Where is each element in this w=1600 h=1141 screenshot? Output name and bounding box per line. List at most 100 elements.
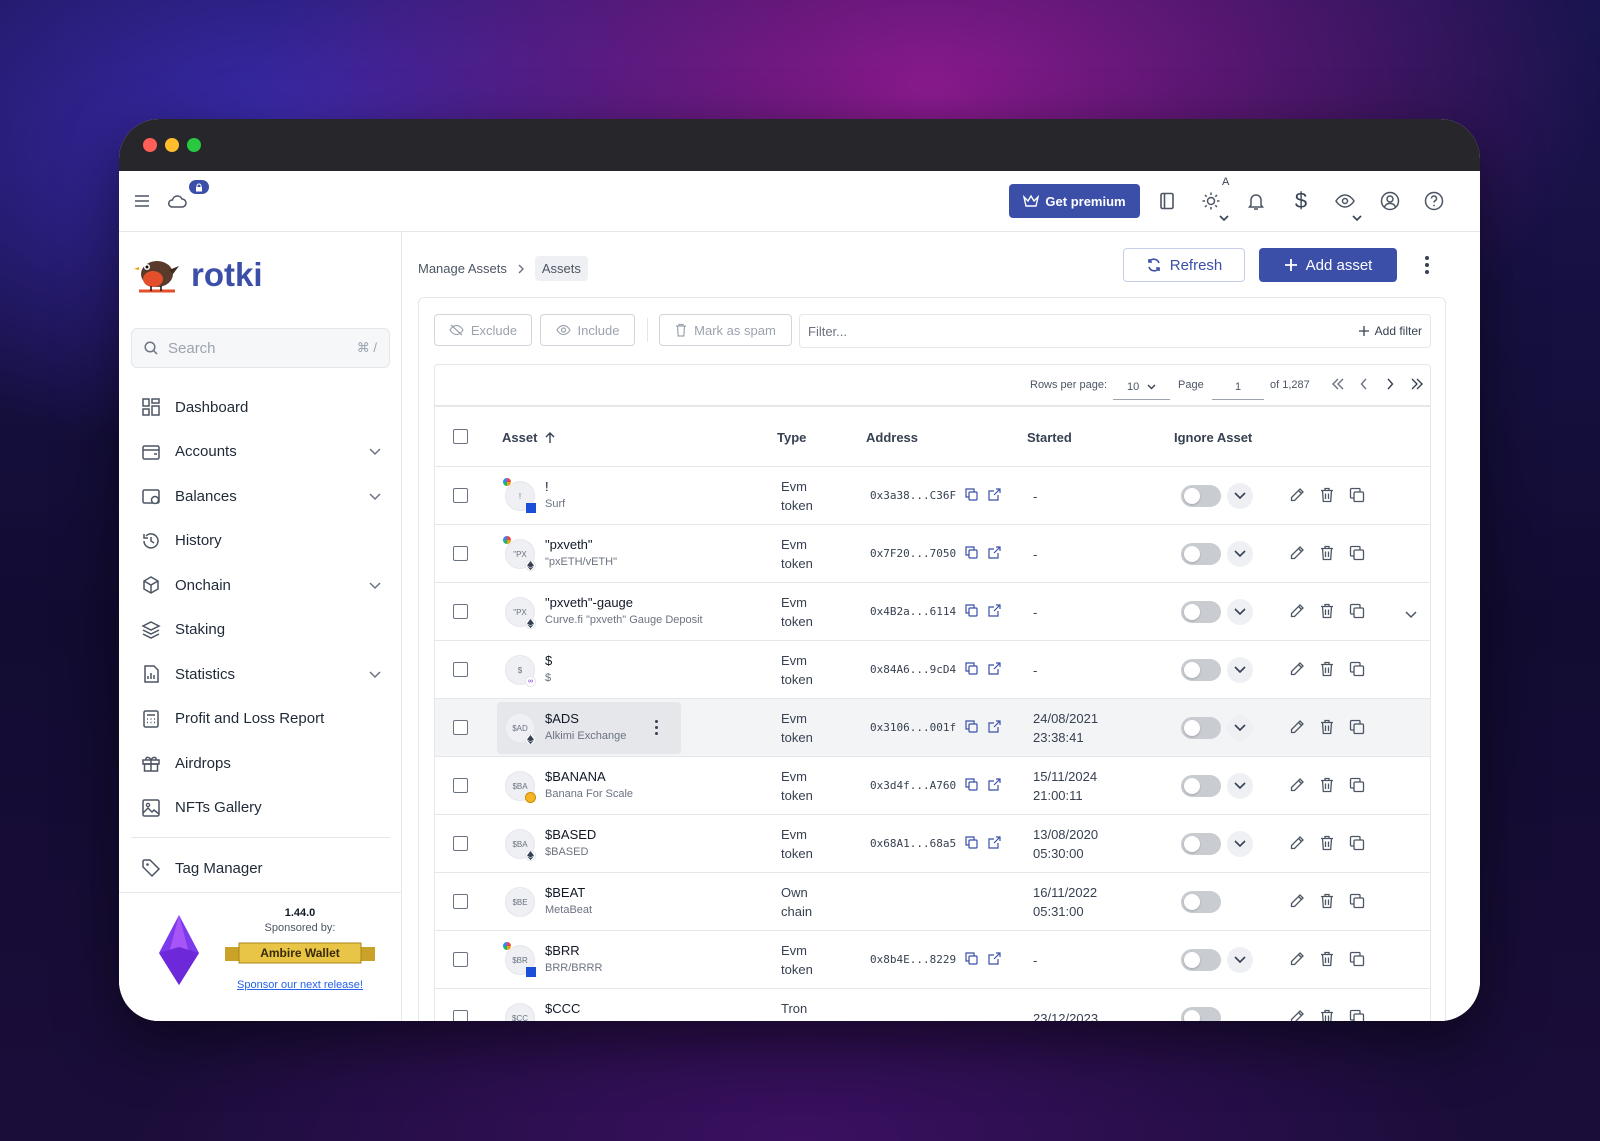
edit-icon[interactable] (1289, 603, 1305, 622)
delete-icon[interactable] (1320, 487, 1334, 506)
duplicate-icon[interactable] (1349, 719, 1365, 738)
user-icon[interactable] (1378, 189, 1402, 213)
dollar-icon[interactable]: $ (1289, 188, 1313, 214)
copy-icon[interactable] (965, 662, 978, 678)
duplicate-icon[interactable] (1349, 777, 1365, 796)
delete-icon[interactable] (1320, 661, 1334, 680)
filter-input[interactable]: Filter... Add filter (799, 314, 1431, 348)
maximize-window-button[interactable] (187, 138, 201, 152)
ignore-asset-toggle[interactable] (1181, 659, 1221, 681)
sidebar-item-airdrops[interactable]: Airdrops (141, 745, 381, 781)
copy-icon[interactable] (965, 952, 978, 968)
external-link-icon[interactable] (988, 546, 1001, 562)
row-checkbox[interactable] (453, 836, 468, 851)
row-checkbox[interactable] (453, 488, 468, 503)
row-checkbox[interactable] (453, 720, 468, 735)
sidebar-item-dashboard[interactable]: Dashboard (141, 389, 381, 425)
sidebar-item-balances[interactable]: Balances (141, 478, 381, 514)
bell-icon[interactable] (1244, 189, 1268, 213)
external-link-icon[interactable] (988, 604, 1001, 620)
edit-icon[interactable] (1289, 545, 1305, 564)
sponsor-link[interactable]: Sponsor our next release! (229, 979, 371, 991)
duplicate-icon[interactable] (1349, 545, 1365, 564)
first-page-icon[interactable] (1331, 378, 1345, 393)
delete-icon[interactable] (1320, 951, 1334, 970)
delete-icon[interactable] (1320, 835, 1334, 854)
ignore-asset-toggle[interactable] (1181, 601, 1221, 623)
edit-icon[interactable] (1289, 1009, 1305, 1021)
ignore-asset-toggle[interactable] (1181, 775, 1221, 797)
close-window-button[interactable] (143, 138, 157, 152)
row-checkbox[interactable] (453, 604, 468, 619)
table-row[interactable]: !! Surf Evm token 0x3a38...C36F - (435, 467, 1430, 525)
book-icon[interactable] (1155, 189, 1179, 213)
delete-icon[interactable] (1320, 893, 1334, 912)
row-checkbox[interactable] (453, 952, 468, 967)
sidebar-item-staking[interactable]: Staking (141, 612, 381, 648)
duplicate-icon[interactable] (1349, 603, 1365, 622)
external-link-icon[interactable] (988, 778, 1001, 794)
sidebar-item-history[interactable]: History (141, 523, 381, 559)
get-premium-button[interactable]: Get premium (1009, 184, 1140, 218)
expand-row-icon[interactable] (1405, 607, 1417, 622)
last-page-icon[interactable] (1410, 378, 1424, 393)
cloud-icon[interactable] (165, 190, 189, 212)
ignore-asset-toggle[interactable] (1181, 485, 1221, 507)
search-input[interactable]: Search ⌘ / (131, 328, 390, 368)
table-row[interactable]: $BE $BEAT MetaBeat Own chain 16/11/2022 05:31:… (435, 873, 1430, 931)
delete-icon[interactable] (1320, 1009, 1334, 1021)
refresh-button[interactable]: Refresh (1123, 248, 1245, 282)
external-link-icon[interactable] (988, 720, 1001, 736)
include-button[interactable]: Include (540, 314, 635, 346)
breadcrumb-manage-assets[interactable]: Manage Assets (418, 261, 507, 276)
duplicate-icon[interactable] (1349, 661, 1365, 680)
table-row[interactable]: "PX "pxveth" "pxETH/vETH" Evm token 0x7F20...… (435, 525, 1430, 583)
chevron-down-icon[interactable] (1227, 657, 1253, 683)
ignore-asset-toggle[interactable] (1181, 833, 1221, 855)
edit-icon[interactable] (1289, 893, 1305, 912)
table-row[interactable]: $BA $BASED $BASED Evm token 0x68A1...68a5 13/0… (435, 815, 1430, 873)
ignore-asset-toggle[interactable] (1181, 891, 1221, 913)
table-row[interactable]: $BA $BANANA Banana For Scale Evm token 0x3d4f… (435, 757, 1430, 815)
sidebar-item-onchain[interactable]: Onchain (141, 567, 381, 603)
external-link-icon[interactable] (988, 662, 1001, 678)
page-input[interactable]: 1 (1212, 374, 1264, 400)
column-asset[interactable]: Asset (502, 430, 555, 445)
add-asset-button[interactable]: Add asset (1259, 248, 1397, 282)
delete-icon[interactable] (1320, 777, 1334, 796)
chevron-down-icon[interactable] (1227, 599, 1253, 625)
delete-icon[interactable] (1320, 719, 1334, 738)
external-link-icon[interactable] (988, 488, 1001, 504)
copy-icon[interactable] (965, 546, 978, 562)
rows-per-page-select[interactable]: 10 (1113, 374, 1170, 400)
table-row[interactable]: $CC $CCC Tron 23/12/2023 (435, 989, 1430, 1021)
chevron-down-icon[interactable] (1227, 947, 1253, 973)
table-row[interactable]: $BR $BRR BRR/BRRR Evm token 0x8b4E...8229 - (435, 931, 1430, 989)
chevron-down-icon[interactable] (1227, 483, 1253, 509)
edit-icon[interactable] (1289, 487, 1305, 506)
duplicate-icon[interactable] (1349, 835, 1365, 854)
edit-icon[interactable] (1289, 661, 1305, 680)
sidebar-item-tag-manager[interactable]: Tag Manager (141, 850, 381, 886)
next-page-icon[interactable] (1386, 378, 1394, 393)
edit-icon[interactable] (1289, 835, 1305, 854)
row-checkbox[interactable] (453, 778, 468, 793)
select-all-checkbox[interactable] (453, 429, 468, 444)
delete-icon[interactable] (1320, 545, 1334, 564)
sidebar-item-accounts[interactable]: Accounts (141, 434, 381, 470)
chevron-down-icon[interactable] (1227, 773, 1253, 799)
copy-icon[interactable] (965, 778, 978, 794)
table-row[interactable]: "PX "pxveth"-gauge Curve.fi "pxveth" Gauge… (435, 583, 1430, 641)
row-checkbox[interactable] (453, 546, 468, 561)
duplicate-icon[interactable] (1349, 1009, 1365, 1021)
asset-menu-icon[interactable] (655, 720, 658, 735)
ignore-asset-toggle[interactable] (1181, 717, 1221, 739)
edit-icon[interactable] (1289, 777, 1305, 796)
hamburger-icon[interactable] (132, 191, 152, 211)
exclude-button[interactable]: Exclude (434, 314, 532, 346)
copy-icon[interactable] (965, 836, 978, 852)
duplicate-icon[interactable] (1349, 951, 1365, 970)
edit-icon[interactable] (1289, 719, 1305, 738)
external-link-icon[interactable] (988, 836, 1001, 852)
table-row[interactable]: $AD $ADS Alkimi Exchange Evm token 0x3106...0… (435, 699, 1430, 757)
